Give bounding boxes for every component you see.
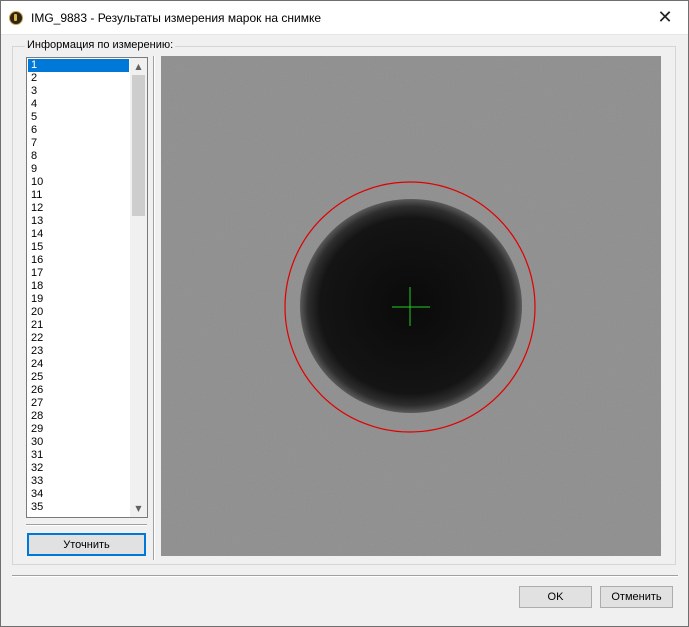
list-item[interactable]: 20 bbox=[28, 306, 129, 319]
cancel-button[interactable]: Отменить bbox=[600, 586, 673, 608]
list-item[interactable]: 27 bbox=[28, 397, 129, 410]
refine-button[interactable]: Уточнить bbox=[27, 533, 146, 556]
left-separator bbox=[26, 524, 147, 526]
list-item[interactable]: 10 bbox=[28, 176, 129, 189]
list-item[interactable]: 5 bbox=[28, 111, 129, 124]
measurement-listbox[interactable]: 1 2 3 4 5 6 7 8 9 10 11 12 13 14 15 16 17 18 19 20 21 22 23 24 2… bbox=[26, 57, 148, 518]
measurement-list-items: 1 2 3 4 5 6 7 8 9 10 11 12 13 14 15 16 17 18 19 20 21 22 23 24 2… bbox=[28, 59, 129, 514]
info-group-label: Информация по измерению: bbox=[25, 39, 176, 51]
list-item[interactable]: 34 bbox=[28, 488, 129, 501]
list-item[interactable]: 18 bbox=[28, 280, 129, 293]
list-scrollbar[interactable]: ▲ ▼ bbox=[130, 58, 147, 517]
list-item[interactable]: 1 bbox=[28, 59, 129, 72]
list-item[interactable]: 6 bbox=[28, 124, 129, 137]
close-icon: ✕ bbox=[657, 7, 673, 28]
list-item[interactable]: 2 bbox=[28, 72, 129, 85]
list-item[interactable]: 12 bbox=[28, 202, 129, 215]
list-item[interactable]: 11 bbox=[28, 189, 129, 202]
list-item[interactable]: 35 bbox=[28, 501, 129, 514]
title-bar[interactable]: IMG_9883 - Результаты измерения марок на… bbox=[1, 1, 688, 35]
list-item[interactable]: 8 bbox=[28, 150, 129, 163]
results-dialog: IMG_9883 - Результаты измерения марок на… bbox=[0, 0, 689, 627]
list-item[interactable]: 22 bbox=[28, 332, 129, 345]
list-item[interactable]: 16 bbox=[28, 254, 129, 267]
bottom-separator bbox=[12, 575, 678, 577]
mark-image bbox=[161, 56, 661, 556]
list-item[interactable]: 32 bbox=[28, 462, 129, 475]
list-item[interactable]: 33 bbox=[28, 475, 129, 488]
list-item[interactable]: 25 bbox=[28, 371, 129, 384]
list-item[interactable]: 28 bbox=[28, 410, 129, 423]
list-item[interactable]: 14 bbox=[28, 228, 129, 241]
list-item[interactable]: 15 bbox=[28, 241, 129, 254]
ok-button[interactable]: OK bbox=[519, 586, 592, 608]
window-title: IMG_9883 - Результаты измерения марок на… bbox=[31, 11, 321, 25]
image-viewer[interactable] bbox=[161, 56, 661, 556]
list-item[interactable]: 24 bbox=[28, 358, 129, 371]
chevron-down-icon: ▼ bbox=[135, 504, 142, 513]
panel-divider bbox=[153, 56, 155, 560]
list-item[interactable]: 4 bbox=[28, 98, 129, 111]
list-item[interactable]: 30 bbox=[28, 436, 129, 449]
scroll-thumb[interactable] bbox=[132, 75, 145, 216]
list-item[interactable]: 31 bbox=[28, 449, 129, 462]
list-item[interactable]: 26 bbox=[28, 384, 129, 397]
measured-mark bbox=[300, 199, 522, 413]
list-item[interactable]: 13 bbox=[28, 215, 129, 228]
app-icon bbox=[9, 11, 23, 25]
list-item[interactable]: 29 bbox=[28, 423, 129, 436]
scroll-down-button[interactable]: ▼ bbox=[130, 500, 147, 517]
list-item[interactable]: 3 bbox=[28, 85, 129, 98]
list-item[interactable]: 17 bbox=[28, 267, 129, 280]
list-item[interactable]: 21 bbox=[28, 319, 129, 332]
list-item[interactable]: 7 bbox=[28, 137, 129, 150]
list-item[interactable]: 23 bbox=[28, 345, 129, 358]
list-item[interactable]: 19 bbox=[28, 293, 129, 306]
list-item[interactable]: 9 bbox=[28, 163, 129, 176]
chevron-up-icon: ▲ bbox=[135, 62, 142, 71]
scroll-up-button[interactable]: ▲ bbox=[130, 58, 147, 75]
close-button[interactable]: ✕ bbox=[642, 1, 688, 34]
